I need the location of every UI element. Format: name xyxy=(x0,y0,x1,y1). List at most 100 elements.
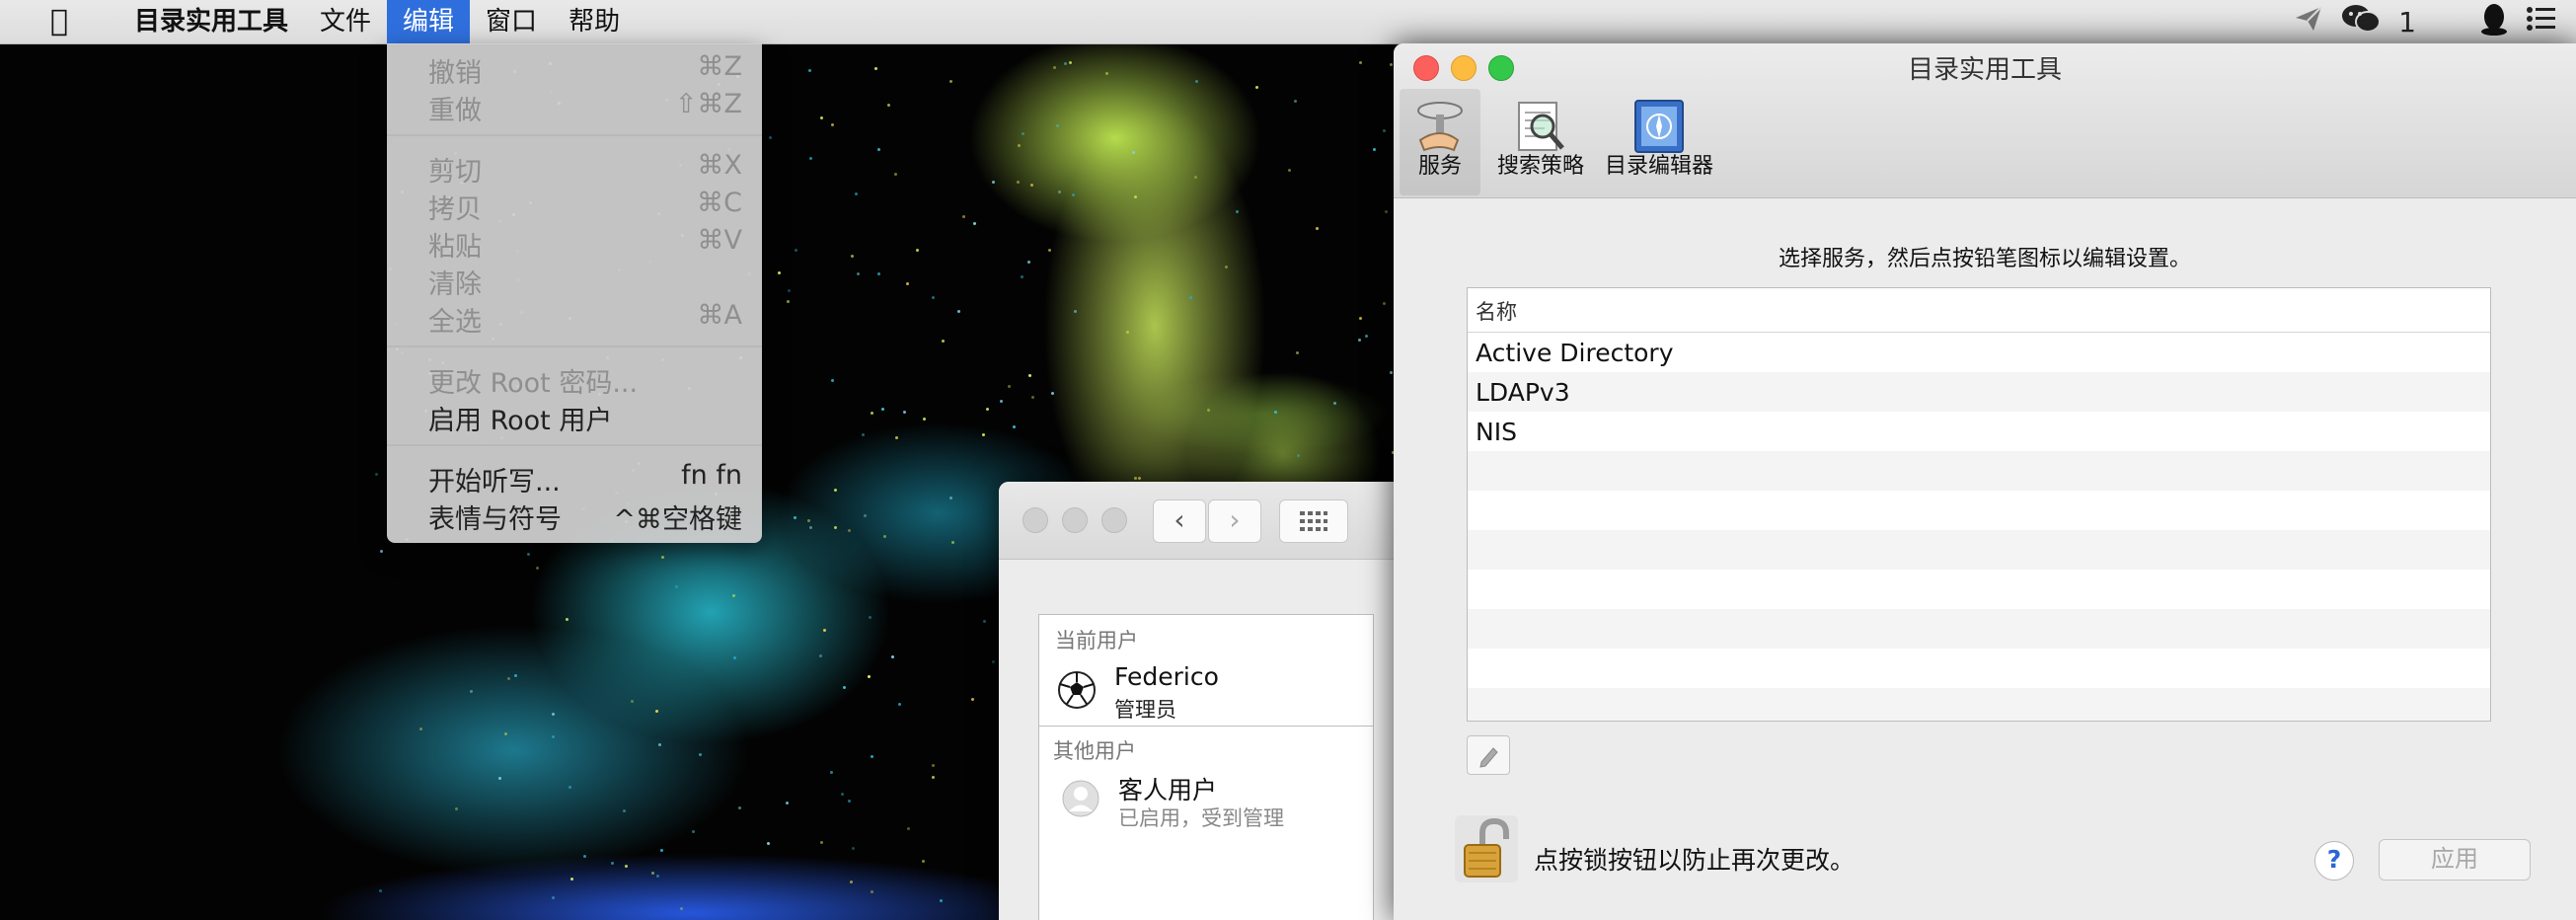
paint-speck xyxy=(1020,274,1023,278)
paint-speck xyxy=(787,288,791,292)
notification-list-icon[interactable] xyxy=(2527,6,2556,38)
toolbar-services[interactable]: 服务 xyxy=(1400,89,1480,195)
user-row-current[interactable]: Federico 管理员 xyxy=(1039,654,1373,724)
paint-speck xyxy=(1357,339,1361,343)
paint-speck xyxy=(1295,351,1299,355)
menu-edit[interactable]: 编辑 xyxy=(387,0,471,43)
menu-app-name[interactable]: 目录实用工具 xyxy=(118,0,304,43)
unlocked-padlock-icon xyxy=(1455,815,1518,882)
paint-speck xyxy=(819,653,823,657)
wechat-icon[interactable] xyxy=(2341,3,2382,41)
paint-speck xyxy=(1372,148,1376,152)
paint-speck xyxy=(931,775,935,779)
menu-item-emoji-symbols[interactable]: 表情与符号 ^⌘空格键 xyxy=(387,494,762,535)
paint-speck xyxy=(513,673,517,677)
services-table: 名称 Active Directory LDAPv3 NIS xyxy=(1467,287,2491,722)
paint-speck xyxy=(903,410,907,414)
show-all-button[interactable] xyxy=(1279,499,1348,543)
minimize-button-inactive[interactable] xyxy=(1062,507,1088,533)
menu-item-paste[interactable]: 粘贴 ⌘V xyxy=(387,221,762,263)
menu-item-enable-root-user[interactable]: 启用 Root 用户 xyxy=(387,395,762,436)
guest-user-status: 已启用，受到管理 xyxy=(1118,806,1284,830)
table-row[interactable]: NIS xyxy=(1468,412,2490,451)
send-icon[interactable] xyxy=(2294,4,2323,40)
apple-menu-icon[interactable]:  xyxy=(0,0,118,43)
toolbar-directory-editor[interactable]: 目录编辑器 xyxy=(1599,89,1719,195)
paint-speck xyxy=(1012,425,1016,429)
paint-speck xyxy=(848,800,852,804)
paint-speck xyxy=(1189,295,1193,299)
menu-item-select-all[interactable]: 全选 ⌘A xyxy=(387,296,762,338)
menu-item-clear[interactable]: 清除 xyxy=(387,259,762,300)
menu-item-cut[interactable]: 剪切 ⌘X xyxy=(387,146,762,188)
paint-speck xyxy=(568,785,571,789)
paint-speck xyxy=(469,689,473,693)
menu-item-undo[interactable]: 撤销 ⌘Z xyxy=(387,47,762,89)
paint-speck xyxy=(1073,310,1077,314)
paint-speck xyxy=(1050,391,1054,395)
current-user-role: 管理员 xyxy=(1114,698,1176,722)
paint-speck xyxy=(895,435,899,439)
apply-button[interactable]: 应用 xyxy=(2379,839,2531,881)
user-row-guest[interactable]: 客人用户 已启用，受到管理 xyxy=(1039,763,1373,832)
help-button[interactable]: ? xyxy=(2314,841,2354,881)
menu-file[interactable]: 文件 xyxy=(304,0,387,43)
table-header[interactable]: 名称 xyxy=(1468,288,2490,333)
table-row[interactable]: Active Directory xyxy=(1468,333,2490,372)
toolbar-search-policy[interactable]: 搜索策略 xyxy=(1484,89,1597,195)
chevron-left-icon: ‹ xyxy=(1174,503,1185,536)
paint-speck xyxy=(951,540,955,544)
paint-speck xyxy=(857,272,861,276)
wechat-badge-count: 1 xyxy=(2398,5,2416,38)
paint-speck xyxy=(680,906,684,910)
paint-speck xyxy=(985,408,989,412)
table-row[interactable]: LDAPv3 xyxy=(1468,372,2490,412)
zoom-button-inactive[interactable] xyxy=(1101,507,1127,533)
paint-speck xyxy=(657,742,661,746)
paint-speck xyxy=(732,656,736,660)
paint-speck xyxy=(551,734,555,738)
paint-speck xyxy=(820,115,824,119)
menu-separator xyxy=(387,134,762,136)
paint-speck xyxy=(869,616,872,620)
table-row-empty xyxy=(1468,530,2490,570)
menu-window[interactable]: 窗口 xyxy=(470,0,553,43)
table-row-empty xyxy=(1468,649,2490,688)
paint-speck xyxy=(610,861,614,865)
paint-speck xyxy=(1293,99,1297,103)
menu-help[interactable]: 帮助 xyxy=(553,0,636,43)
edit-button[interactable] xyxy=(1467,735,1510,775)
menu-separator xyxy=(387,444,762,446)
soccer-ball-avatar-icon xyxy=(1058,671,1096,709)
paint-speck xyxy=(907,827,911,831)
menu-item-start-dictation[interactable]: 开始听写... fn fn xyxy=(387,456,762,498)
paint-speck xyxy=(1332,402,1336,406)
paint-speck xyxy=(769,135,773,139)
paint-speck xyxy=(569,877,573,881)
paint-speck xyxy=(1104,71,1108,75)
forward-button[interactable]: › xyxy=(1208,499,1261,543)
paint-speck xyxy=(922,860,926,864)
close-button-inactive[interactable] xyxy=(1023,507,1048,533)
paint-speck xyxy=(1028,373,1031,377)
paint-speck xyxy=(1383,129,1387,133)
paint-speck xyxy=(870,890,873,894)
menu-item-copy[interactable]: 拷贝 ⌘C xyxy=(387,184,762,225)
paint-speck xyxy=(1022,132,1025,136)
paint-speck xyxy=(419,728,423,731)
edit-menu-dropdown: 撤销 ⌘Z 重做 ⇧⌘Z 剪切 ⌘X 拷贝 ⌘C 粘贴 ⌘V 清除 全选 ⌘A … xyxy=(387,43,762,543)
paint-speck xyxy=(831,122,835,126)
back-button[interactable]: ‹ xyxy=(1153,499,1206,543)
paint-speck xyxy=(1017,180,1021,184)
paint-speck xyxy=(527,552,531,556)
table-row-empty xyxy=(1468,609,2490,649)
qq-icon[interactable] xyxy=(2479,2,2509,42)
window-titlebar: 目录实用工具 服务 搜索策略 目录编辑器 xyxy=(1394,43,2576,198)
paint-speck xyxy=(654,710,658,714)
menu-item-redo[interactable]: 重做 ⇧⌘Z xyxy=(387,85,762,126)
paint-speck xyxy=(992,181,996,185)
services-icon xyxy=(1417,102,1463,152)
menu-item-change-root-password[interactable]: 更改 Root 密码... xyxy=(387,357,762,399)
lock-button[interactable] xyxy=(1455,815,1518,882)
paint-speck xyxy=(893,172,897,176)
